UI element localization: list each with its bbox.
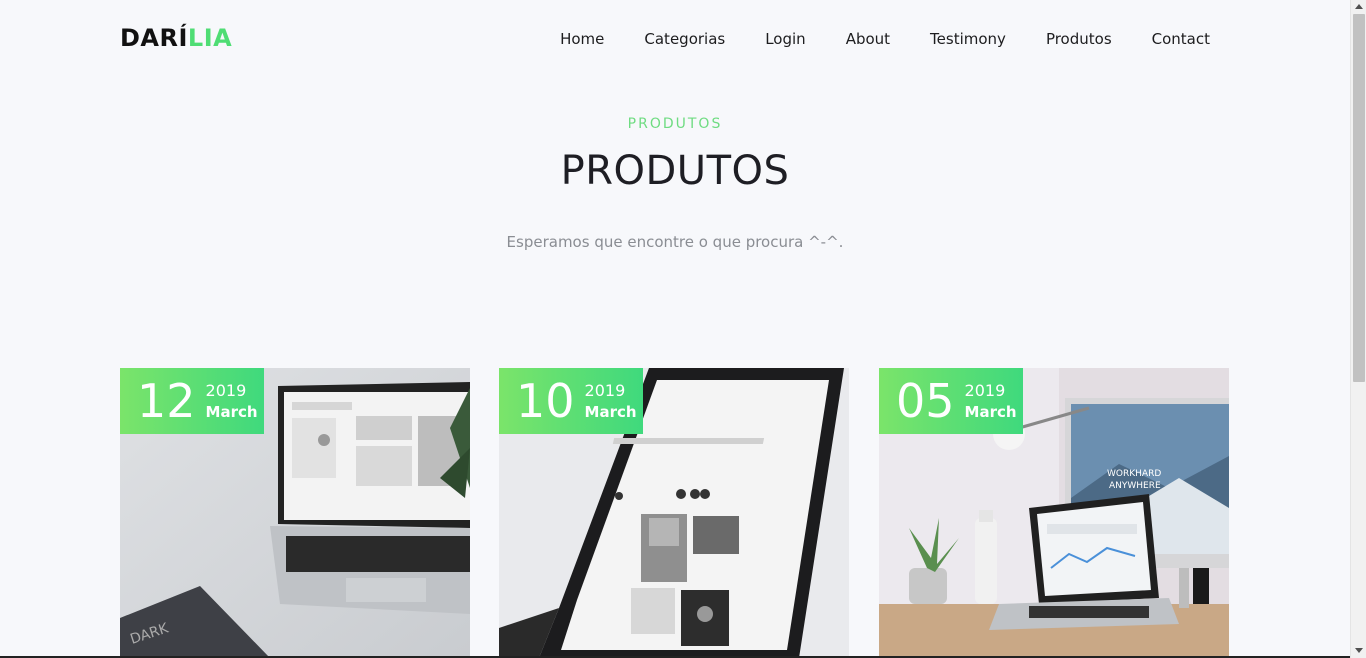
page: DARÍLIA Home Categorias Login About Test… [0, 0, 1366, 658]
svg-text:WORKHARD: WORKHARD [1107, 469, 1161, 479]
product-card[interactable]: 10 2019 March [499, 368, 849, 658]
scroll-up-arrow-icon[interactable] [1355, 4, 1363, 9]
date-badge: 10 2019 March [499, 368, 643, 434]
vertical-scrollbar[interactable] [1350, 0, 1366, 658]
date-day: 10 [516, 374, 575, 428]
nav-contact[interactable]: Contact [1152, 30, 1210, 48]
section-title: PRODUTOS [560, 148, 790, 194]
section-eyebrow: PRODUTOS [627, 116, 723, 132]
date-month: March [584, 402, 637, 421]
date-month: March [964, 402, 1017, 421]
product-card[interactable]: WORKHARD ANYWHERE 05 2019 March [879, 368, 1229, 658]
date-year: 2019 [964, 381, 1006, 401]
nav-login[interactable]: Login [765, 30, 805, 48]
nav-categorias[interactable]: Categorias [644, 30, 725, 48]
nav-home[interactable]: Home [560, 30, 604, 48]
scroll-down-arrow-icon[interactable] [1355, 648, 1363, 653]
date-badge: 12 2019 March [120, 368, 264, 434]
svg-text:ANYWHERE: ANYWHERE [1109, 481, 1161, 491]
site-logo[interactable]: DARÍLIA [120, 24, 232, 52]
date-day: 12 [137, 374, 196, 428]
date-year: 2019 [584, 381, 626, 401]
date-badge: 05 2019 March [879, 368, 1023, 434]
date-year: 2019 [205, 381, 247, 401]
main-nav: Home Categorias Login About Testimony Pr… [560, 30, 1210, 48]
scrollbar-thumb[interactable] [1353, 14, 1365, 382]
nav-testimony[interactable]: Testimony [930, 30, 1006, 48]
date-day: 05 [896, 374, 955, 428]
date-month: March [205, 402, 258, 421]
nav-about[interactable]: About [846, 30, 890, 48]
logo-text-green: LIA [187, 24, 233, 52]
nav-produtos[interactable]: Produtos [1046, 30, 1112, 48]
section-subtitle: Esperamos que encontre o que procura ^-^… [506, 233, 844, 251]
product-card[interactable]: DARK 12 2019 March [120, 368, 470, 658]
logo-text-dark: DARÍ [120, 24, 188, 52]
